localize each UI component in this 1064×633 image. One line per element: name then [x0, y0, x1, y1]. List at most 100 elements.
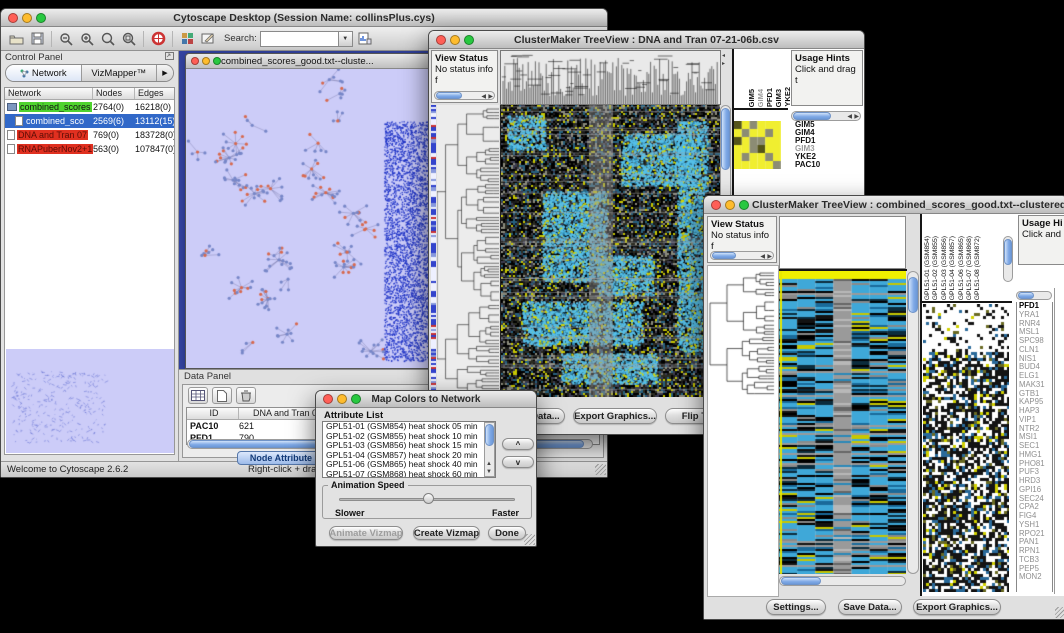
heatmap-vscrollbar[interactable]	[907, 271, 919, 574]
save-data-button[interactable]: Save Data...	[838, 599, 902, 615]
column-dendrogram-canvas[interactable]	[500, 50, 721, 105]
attribute-list[interactable]: GPL51-01 (GSM854) heat shock 05 minGPL51…	[322, 421, 496, 478]
table-icon[interactable]	[188, 387, 208, 404]
done-button[interactable]: Done	[488, 526, 526, 540]
view-status-panel: View StatusNo status info f ◀▶	[431, 50, 498, 103]
cluster-zoom-canvas[interactable]	[923, 304, 1009, 592]
export-graphics-button[interactable]: Export Graphics...	[913, 599, 1001, 615]
delete-icon[interactable]	[236, 387, 256, 404]
search-dropdown-button[interactable]: ▼	[338, 31, 353, 47]
column-label: GPL51-08 (GSM872)	[974, 236, 982, 300]
map-colors-dialog: Map Colors to Network Attribute List GPL…	[315, 390, 537, 547]
open-icon[interactable]	[7, 30, 25, 47]
column-label: GPL51-04 (GSM857)	[949, 236, 957, 300]
new-document-icon[interactable]	[212, 387, 232, 404]
column-label: PFD1	[766, 88, 774, 107]
scroll-right-arrow[interactable]: ▸	[722, 60, 725, 68]
network-view-window: combined_scores_good.txt--cluste...	[185, 53, 433, 369]
attribute-browser-icon[interactable]	[356, 30, 374, 47]
treeview2-detail-pane: GPL51-01 (GSM854)GPL51-02 (GSM855)GPL51-…	[920, 214, 1064, 596]
scroll-left-arrow[interactable]: ◂	[722, 52, 725, 60]
zoom-in-icon[interactable]	[78, 30, 96, 47]
resize-grip[interactable]	[524, 534, 535, 545]
cluster-zoom-canvas[interactable]	[734, 121, 781, 169]
help-ring-icon[interactable]	[149, 30, 167, 47]
row-label: PAC10	[795, 161, 839, 169]
row-dendrogram-canvas[interactable]	[707, 265, 779, 597]
zoom-fit-icon[interactable]	[120, 30, 138, 47]
view-status-panel: View StatusNo status info f ◀▶	[707, 216, 777, 263]
dialog-titlebar[interactable]: Map Colors to Network	[316, 391, 536, 408]
network-row[interactable]: DNA and Tran 07 769(0) 183728(0)	[5, 128, 174, 142]
close-button[interactable]	[8, 13, 18, 23]
column-label: GIM5	[748, 89, 756, 107]
zoom-button[interactable]	[213, 57, 221, 65]
plugin-icon[interactable]	[178, 30, 196, 47]
export-graphics-button[interactable]: Export Graphics...	[573, 408, 657, 424]
treeview1-titlebar[interactable]: ClusterMaker TreeView : DNA and Tran 07-…	[429, 31, 864, 49]
zoom-selected-icon[interactable]	[99, 30, 117, 47]
gene-label-list: PFD1YRA1RNR4MSL1SPC98CLN1NIS1BUD4ELG1MAK…	[1016, 302, 1053, 592]
zoom-button[interactable]	[739, 200, 749, 210]
tab-network[interactable]: Network	[6, 65, 82, 81]
animate-vizmap-button[interactable]: Animate Vizmap	[329, 526, 403, 540]
heatmap-canvas[interactable]	[779, 271, 906, 574]
close-button[interactable]	[323, 394, 333, 404]
gene-list-hscrollbar[interactable]	[1016, 291, 1052, 300]
attribute-list-scrollbar[interactable]: ▲▼	[484, 422, 495, 477]
main-titlebar[interactable]: Cytoscape Desktop (Session Name: collins…	[1, 9, 607, 27]
treeview2-titlebar[interactable]: ClusterMaker TreeView : combined_scores_…	[704, 196, 1064, 214]
network-view-canvas[interactable]	[186, 69, 432, 368]
search-input[interactable]	[260, 31, 338, 47]
control-panel-tabs: Network VizMapper™ ▶	[5, 64, 174, 82]
network-doc-icon	[15, 116, 23, 126]
status-welcome: Welcome to Cytoscape 2.6.2	[7, 464, 128, 475]
window-title: Cytoscape Desktop (Session Name: collins…	[1, 12, 607, 24]
attribute-item[interactable]: GPL51-07 (GSM868) heat shock 60 min	[323, 470, 495, 479]
tab-vizmapper[interactable]: VizMapper™	[82, 65, 158, 81]
close-button[interactable]	[436, 35, 446, 45]
resize-grip[interactable]	[1055, 607, 1064, 618]
annotation-icon[interactable]	[199, 30, 217, 47]
row-dendrogram-canvas[interactable]	[437, 105, 499, 397]
resize-grip[interactable]	[595, 464, 606, 475]
column-label: GIM4	[757, 89, 765, 107]
view-status-scrollbar[interactable]: ◀▶	[434, 91, 495, 100]
zoom-button[interactable]	[36, 13, 46, 23]
speed-slider-thumb[interactable]	[423, 493, 434, 504]
control-panel-title: Control Panel	[5, 52, 63, 63]
float-panel-icon[interactable]	[165, 52, 174, 63]
treeview2-title: ClusterMaker TreeView : combined_scores_…	[704, 199, 1064, 211]
network-view-title: combined_scores_good.txt--cluste...	[221, 56, 374, 67]
gene-label[interactable]: MON2	[1019, 573, 1052, 582]
zoom-button[interactable]	[351, 394, 361, 404]
view-status-scrollbar[interactable]: ◀▶	[710, 251, 774, 260]
save-icon[interactable]	[28, 30, 46, 47]
minimize-button[interactable]	[725, 200, 735, 210]
minimize-button[interactable]	[22, 13, 32, 23]
zoom-out-icon[interactable]	[57, 30, 75, 47]
settings-button[interactable]: Settings...	[766, 599, 826, 615]
close-button[interactable]	[191, 57, 199, 65]
minimize-button[interactable]	[450, 35, 460, 45]
labels-vscrollbar[interactable]	[1003, 236, 1013, 282]
move-up-button[interactable]: ^	[502, 438, 534, 450]
heatmap-hscrollbar[interactable]	[779, 576, 906, 586]
network-overview-thumbnail[interactable]	[6, 349, 174, 453]
column-label: GPL51-02 (GSM855)	[932, 236, 940, 300]
minimize-button[interactable]	[337, 394, 347, 404]
network-row[interactable]: combined_scores 2764(0) 16218(0)	[5, 100, 174, 114]
move-down-button[interactable]: v	[502, 456, 534, 468]
desktop: { "colors": { "lavender": "#ccccf8", "se…	[0, 0, 1064, 633]
treeview1-title: ClusterMaker TreeView : DNA and Tran 07-…	[429, 34, 864, 46]
zoom-button[interactable]	[464, 35, 474, 45]
close-button[interactable]	[711, 200, 721, 210]
heatmap-canvas[interactable]	[500, 105, 720, 397]
network-row[interactable]: RNAPuberNov2+1 563(0) 107847(0)	[5, 142, 174, 156]
minimize-button[interactable]	[202, 57, 210, 65]
network-row-selected[interactable]: combined_sco 2569(6) 13112(15)	[5, 114, 174, 128]
create-vizmap-button[interactable]: Create Vizmap	[413, 526, 480, 540]
treeview2-column-labels: GPL51-01 (GSM854)GPL51-02 (GSM855)GPL51-…	[924, 215, 986, 300]
faster-label: Faster	[492, 508, 519, 518]
tab-more-arrow[interactable]: ▶	[157, 65, 173, 81]
